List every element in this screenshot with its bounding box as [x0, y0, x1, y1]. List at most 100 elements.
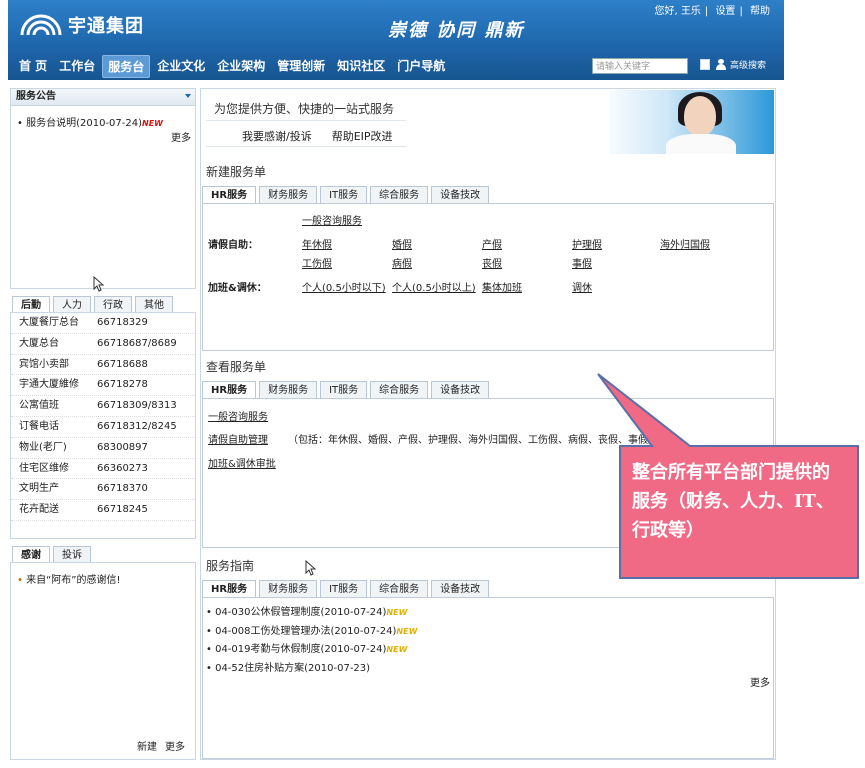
- view-order-title: 查看服务单: [206, 360, 267, 374]
- tab-it-service[interactable]: IT服务: [320, 580, 368, 598]
- contact-phone: 66360273: [97, 462, 148, 474]
- contact-phone: 66718309/8313: [97, 400, 177, 412]
- settings-link[interactable]: 设置: [715, 6, 735, 17]
- contact-name: 公寓值班: [19, 400, 59, 412]
- tab-general-service[interactable]: 综合服务: [370, 186, 429, 204]
- announcement-more-link[interactable]: 更多: [171, 129, 191, 144]
- bereavement-leave-link[interactable]: 丧假: [482, 255, 502, 270]
- ot-group-link[interactable]: 集体加班: [482, 279, 522, 294]
- eip-improve-link[interactable]: 帮助EIP改进: [332, 128, 393, 144]
- tab-finance-service[interactable]: 财务服务: [259, 186, 318, 204]
- new-badge: NEW: [142, 119, 163, 128]
- mouse-cursor-icon: [93, 276, 105, 292]
- guide-link[interactable]: 04-008工伤处理管理办法(2010-07-24): [215, 626, 396, 637]
- advanced-search-link[interactable]: 高级搜索: [730, 58, 766, 71]
- contact-phone: 66718687/8689: [97, 337, 177, 349]
- annual-leave-link[interactable]: 年休假: [302, 236, 332, 251]
- nav-item-portal-nav[interactable]: 门户导航: [392, 55, 450, 78]
- tab-hr-service[interactable]: HR服务: [202, 580, 257, 598]
- overtime-label: 加班&调休：: [208, 283, 267, 294]
- tab-equipment-service[interactable]: 设备技改: [431, 580, 490, 598]
- nav-item-home[interactable]: 首 页: [14, 55, 52, 78]
- guide-item[interactable]: • 04-52住房补贴方案(2010-07-23): [206, 659, 370, 674]
- guide-item[interactable]: • 04-008工伤处理管理办法(2010-07-24)NEW: [206, 622, 417, 637]
- nav-item-knowledge[interactable]: 知识社区: [332, 55, 390, 78]
- guide-more-link[interactable]: 更多: [750, 674, 770, 689]
- main-nav: 首 页 工作台 服务台 企业文化 企业架构 管理创新 知识社区 门户导航: [14, 55, 452, 78]
- slogan: 崇德 协同 鼎新: [388, 20, 525, 41]
- nursing-leave-link[interactable]: 护理假: [572, 236, 602, 251]
- intro-links: 我要感谢/投诉 帮助EIP改进: [242, 128, 393, 144]
- contact-row: 公寓值班 66718309/8313: [11, 396, 195, 417]
- announcement-link[interactable]: 服务台说明(2010-07-24): [26, 118, 142, 129]
- feedback-link[interactable]: 来自“阿布”的感谢信!: [26, 575, 120, 586]
- ot-personal-short-link[interactable]: 个人(0.5小时以下): [302, 279, 386, 294]
- help-link[interactable]: 帮助: [750, 6, 770, 17]
- guide-link[interactable]: 04-019考勤与休假制度(2010-07-24): [215, 644, 386, 655]
- leave-management-link[interactable]: 请假自助管理: [208, 431, 268, 446]
- guide-item[interactable]: • 04-019考勤与休假制度(2010-07-24)NEW: [206, 640, 407, 655]
- nav-item-workbench[interactable]: 工作台: [54, 55, 100, 78]
- contact-phone: 66718312/8245: [97, 420, 177, 432]
- injury-leave-link[interactable]: 工伤假: [302, 255, 332, 270]
- sick-leave-link[interactable]: 病假: [392, 255, 412, 270]
- tab-it-service[interactable]: IT服务: [320, 186, 368, 204]
- ot-compensatory-link[interactable]: 调休: [572, 279, 592, 294]
- overseas-leave-link[interactable]: 海外归国假: [660, 236, 710, 251]
- feedback-more-link[interactable]: 更多: [165, 738, 185, 753]
- logo-text: 宇通集团: [68, 16, 144, 37]
- tab-finance-service[interactable]: 财务服务: [259, 381, 318, 399]
- user-icon[interactable]: [716, 59, 726, 70]
- logo[interactable]: 宇通集团: [18, 10, 144, 40]
- banner-body: [666, 134, 736, 154]
- bullet-icon: •: [17, 575, 23, 586]
- contact-row: 住宅区维修 66360273: [11, 459, 195, 480]
- contact-name: 花卉配送: [19, 504, 59, 516]
- ot-personal-long-link[interactable]: 个人(0.5小时以上): [392, 279, 476, 294]
- contact-phone: 66718370: [97, 483, 148, 495]
- new-badge: NEW: [386, 645, 408, 654]
- contact-row: 物业(老厂) 68300897: [11, 438, 195, 459]
- overtime-approval-link[interactable]: 加班&调休审批: [208, 455, 276, 470]
- search-input[interactable]: 请输入关键字: [592, 58, 688, 74]
- guide-link[interactable]: 04-030公休假管理制度(2010-07-24): [215, 607, 386, 618]
- contact-row: 订餐电话 66718312/8245: [11, 417, 195, 438]
- tab-hr-service[interactable]: HR服务: [202, 381, 257, 399]
- user-greeting: 您好, 王乐: [654, 6, 701, 17]
- tab-general-service[interactable]: 综合服务: [370, 580, 429, 598]
- announcement-panel: 服务公告 • 服务台说明(2010-07-24)NEW 更多: [10, 88, 196, 289]
- contact-name: 宾馆小卖部: [19, 358, 69, 370]
- nav-item-culture[interactable]: 企业文化: [152, 55, 210, 78]
- tab-general-service[interactable]: 综合服务: [370, 381, 429, 399]
- contact-phone: 66718329: [97, 317, 148, 328]
- tab-finance-service[interactable]: 财务服务: [259, 580, 318, 598]
- nav-item-innovation[interactable]: 管理创新: [272, 55, 330, 78]
- contact-phone: 66718245: [97, 504, 148, 516]
- tab-hr-service[interactable]: HR服务: [202, 186, 257, 204]
- contact-row: 宾馆小卖部 66718688: [11, 355, 195, 376]
- general-consult-link[interactable]: 一般咨询服务: [302, 212, 362, 227]
- new-badge: NEW: [396, 627, 418, 636]
- chevron-down-icon[interactable]: [185, 94, 191, 98]
- tab-equipment-service[interactable]: 设备技改: [431, 186, 490, 204]
- contact-name: 大厦总台: [19, 337, 59, 349]
- copy-icon[interactable]: [700, 59, 710, 70]
- personal-leave-link[interactable]: 事假: [572, 255, 592, 270]
- contact-name: 文明生产: [19, 483, 59, 495]
- tab-equipment-service[interactable]: 设备技改: [431, 381, 490, 399]
- feedback-item[interactable]: • 来自“阿布”的感谢信!: [17, 571, 195, 586]
- tab-it-service[interactable]: IT服务: [320, 381, 368, 399]
- marriage-leave-link[interactable]: 婚假: [392, 236, 412, 251]
- new-feedback-link[interactable]: 新建: [137, 738, 157, 753]
- nav-item-service-desk[interactable]: 服务台: [102, 55, 151, 78]
- guide-link[interactable]: 04-52住房补贴方案(2010-07-23): [215, 663, 370, 674]
- guide-tabs: HR服务 财务服务 IT服务 综合服务 设备技改: [202, 580, 492, 598]
- maternity-leave-link[interactable]: 产假: [482, 236, 502, 251]
- contact-row: 大厦餐厅总台 66718329: [11, 313, 195, 334]
- announcement-item[interactable]: • 服务台说明(2010-07-24)NEW: [17, 114, 195, 129]
- thanks-complaint-link[interactable]: 我要感谢/投诉: [242, 128, 312, 144]
- guide-item[interactable]: • 04-030公休假管理制度(2010-07-24)NEW: [206, 603, 407, 618]
- view-general-consult-link[interactable]: 一般咨询服务: [208, 408, 268, 423]
- page-frame: 宇通集团 崇德 协同 鼎新 您好, 王乐 | 设置 | 帮助 首 页 工作台 服务台…: [0, 0, 784, 768]
- nav-item-architecture[interactable]: 企业架构: [212, 55, 270, 78]
